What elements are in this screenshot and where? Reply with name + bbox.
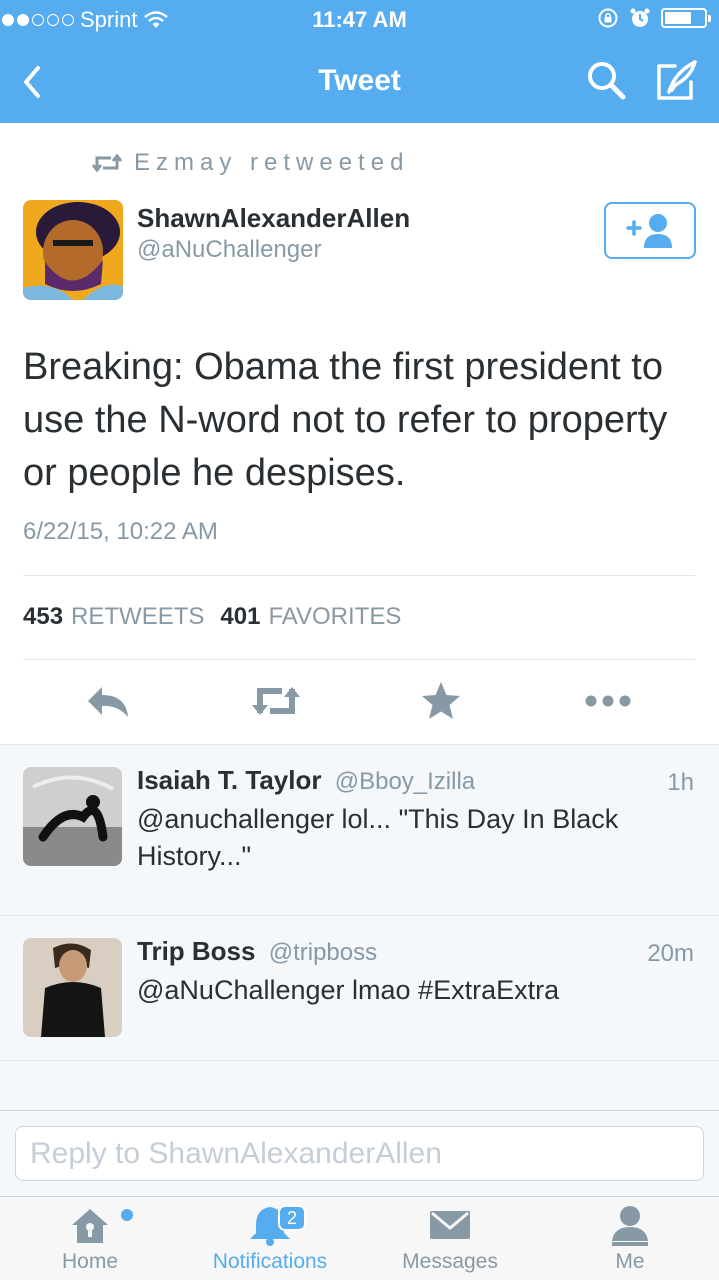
list-item[interactable]: Isaiah T. Taylor @Bboy_Izilla 1h @anucha… [0, 744, 719, 915]
author-handle[interactable]: @aNuChallenger [137, 236, 321, 264]
reply-input[interactable] [15, 1126, 704, 1181]
avatar[interactable] [23, 938, 122, 1037]
search-icon[interactable] [584, 58, 628, 102]
tab-bar: Home Notifications 2 Messages Me [0, 1196, 719, 1280]
avatar[interactable] [23, 767, 122, 866]
tab-notifications[interactable]: Notifications [185, 1197, 355, 1280]
reply-time: 1h [667, 769, 694, 796]
status-bar: Sprint 11:47 AM [0, 0, 719, 40]
rotation-lock-icon [598, 8, 618, 28]
author-name[interactable]: ShawnAlexanderAllen [137, 203, 410, 234]
add-user-icon [626, 214, 672, 248]
tab-home[interactable]: Home [5, 1197, 175, 1280]
reply-bar [0, 1110, 719, 1196]
retweet-context: Ezmay retweeted [92, 149, 409, 177]
tab-me[interactable]: Me [545, 1197, 715, 1280]
favorite-star-icon[interactable] [416, 679, 466, 723]
tweet-detail: Ezmay retweeted ShawnAlexanderAllen @aNu… [0, 123, 719, 744]
reply-author-name[interactable]: Trip Boss [137, 936, 255, 966]
author-avatar[interactable] [23, 200, 123, 300]
list-item[interactable]: Trip Boss @tripboss 20m @aNuChallenger l… [0, 915, 719, 1060]
retweets-count[interactable]: 453 [23, 603, 63, 631]
divider [23, 575, 695, 576]
tab-label: Me [615, 1250, 645, 1273]
new-content-dot [121, 1209, 133, 1221]
reply-icon[interactable] [84, 679, 134, 723]
alarm-icon [630, 8, 650, 27]
more-options-icon[interactable] [582, 679, 634, 723]
reply-header: Trip Boss @tripboss [137, 936, 377, 967]
divider [23, 659, 695, 660]
status-right [597, 7, 711, 29]
top-bar: Sprint 11:47 AM Tweet [0, 0, 719, 123]
retweet-small-icon [92, 153, 122, 173]
tweet-text: Breaking: Obama the first president to u… [23, 346, 668, 494]
reply-text: @aNuChallenger lmao #ExtraExtra [137, 975, 560, 1005]
retweet-icon[interactable] [248, 679, 304, 723]
follow-button[interactable] [604, 202, 696, 259]
reply-text: @anuchallenger lol... "This Day In Black… [137, 804, 619, 871]
retweets-label[interactable]: RETWEETS [71, 603, 204, 631]
favorites-label[interactable]: FAVORITES [268, 603, 401, 631]
retweeted-by[interactable]: Ezmay retweeted [134, 149, 409, 177]
reply-author-handle[interactable]: @tripboss [269, 939, 377, 966]
person-icon [612, 1206, 648, 1246]
reply-time: 20m [647, 940, 694, 967]
battery-icon [661, 8, 711, 28]
list-footer [0, 1060, 719, 1110]
reply-header: Isaiah T. Taylor @Bboy_Izilla [137, 765, 475, 796]
nav-bar: Tweet [0, 40, 719, 123]
engagement-stats: 453 RETWEETS 401 FAVORITES [23, 603, 417, 631]
home-icon [72, 1209, 108, 1243]
reply-author-handle[interactable]: @Bboy_Izilla [335, 768, 475, 795]
favorites-count[interactable]: 401 [220, 603, 260, 631]
envelope-icon [430, 1211, 470, 1239]
tab-label: Notifications [212, 1250, 328, 1273]
tweet-timestamp: 6/22/15, 10:22 AM [23, 518, 218, 545]
tab-label: Home [61, 1250, 119, 1273]
reply-author-name[interactable]: Isaiah T. Taylor [137, 765, 321, 795]
tab-messages[interactable]: Messages [365, 1197, 535, 1280]
tab-label: Messages [402, 1250, 498, 1273]
compose-icon[interactable] [655, 58, 699, 102]
notification-badge: 2 [278, 1205, 306, 1231]
